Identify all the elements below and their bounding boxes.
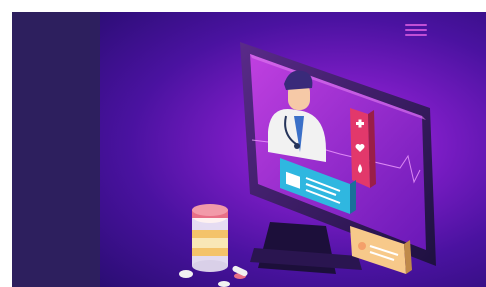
app-frame: [12, 12, 486, 287]
menu-line: [405, 34, 427, 36]
menu-line: [405, 29, 427, 31]
telemedicine-illustration: [179, 42, 436, 287]
sidebar: [12, 12, 100, 287]
hamburger-menu-icon[interactable]: [405, 21, 427, 39]
pill-bottle-icon: [192, 204, 228, 272]
menu-line: [405, 24, 427, 26]
